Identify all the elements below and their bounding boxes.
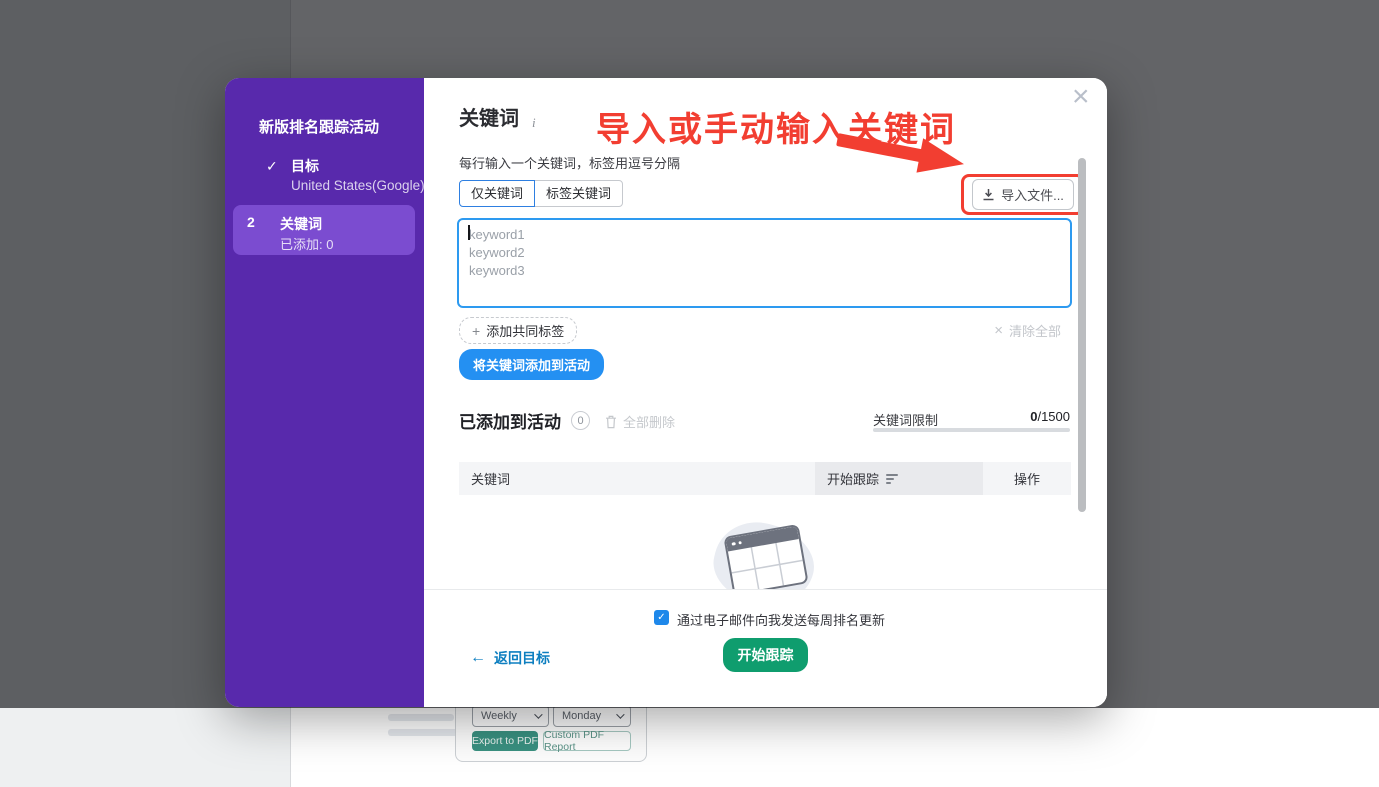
step-number: 2 xyxy=(247,214,255,230)
keyword-limit-total: /1500 xyxy=(1037,409,1070,424)
chevron-down-icon xyxy=(616,710,624,718)
frequency-select-value: Weekly xyxy=(481,710,517,722)
step-goal-label: 目标 xyxy=(291,156,319,176)
frequency-select: Weekly xyxy=(472,705,549,727)
keyword-limit-label: 关键词限制 xyxy=(873,410,938,429)
chevron-down-icon xyxy=(534,710,542,718)
column-actions: 操作 xyxy=(983,462,1071,495)
empty-state-illustration xyxy=(704,516,834,589)
download-icon xyxy=(982,188,995,201)
delete-all-button[interactable]: 全部删除 xyxy=(605,412,675,431)
keywords-textarea[interactable] xyxy=(457,218,1072,308)
tab-tagged-keywords[interactable]: 标签关键词 xyxy=(534,180,623,207)
add-keywords-to-campaign-button[interactable]: 将关键词添加到活动 xyxy=(459,349,604,380)
sort-icon xyxy=(886,474,898,484)
campaign-wizard-modal: 新版排名跟踪活动 ✓ 目标 United States(Google) 2 关键… xyxy=(225,78,1107,707)
clear-all-button[interactable]: × 清除全部 xyxy=(994,321,1061,340)
screen: Weekly Monday Export to PDF Custom PDF R… xyxy=(0,0,1379,787)
wizard-title: 新版排名跟踪活动 xyxy=(259,116,379,137)
placeholder-bar xyxy=(388,714,454,721)
wizard-content: × 关键词 i 导入或手动输入关键词 每行输入一个关键词，标签用逗号分隔 仅关键… xyxy=(424,78,1107,707)
close-button[interactable]: × xyxy=(1072,82,1090,112)
plus-icon: + xyxy=(472,323,480,339)
keyword-limit-value: 0/1500 xyxy=(1030,409,1070,424)
input-hint: 每行输入一个关键词，标签用逗号分隔 xyxy=(459,153,680,172)
back-arrow-icon: ← xyxy=(470,649,486,667)
trash-icon xyxy=(605,415,617,429)
step-keywords-count: 已添加: 0 xyxy=(280,234,333,253)
check-icon: ✓ xyxy=(266,158,278,175)
clear-all-label: 清除全部 xyxy=(1009,321,1061,340)
modal-footer: ✓ 通过电子邮件向我发送每周排名更新 ← 返回目标 开始跟踪 xyxy=(424,589,1107,707)
clear-icon: × xyxy=(994,322,1003,339)
email-updates-checkbox[interactable]: ✓ xyxy=(654,610,669,625)
email-updates-label: 通过电子邮件向我发送每周排名更新 xyxy=(677,610,885,629)
add-common-tag-button[interactable]: + 添加共同标签 xyxy=(459,317,577,344)
back-to-goal-label: 返回目标 xyxy=(494,648,550,668)
import-file-label: 导入文件... xyxy=(1001,185,1064,204)
tab-keywords-only[interactable]: 仅关键词 xyxy=(459,180,535,207)
placeholder-bar xyxy=(388,729,458,736)
column-keyword: 关键词 xyxy=(459,462,815,495)
info-icon[interactable]: i xyxy=(532,115,536,131)
step-goal-value: United States(Google) xyxy=(291,178,425,193)
text-caret xyxy=(468,225,470,240)
page-title: 关键词 xyxy=(459,102,519,131)
added-section-title: 已添加到活动 xyxy=(459,408,561,433)
day-select: Monday xyxy=(553,705,631,727)
day-select-value: Monday xyxy=(562,710,601,722)
wizard-sidebar: 新版排名跟踪活动 ✓ 目标 United States(Google) 2 关键… xyxy=(225,78,424,707)
column-start-tracking[interactable]: 开始跟踪 xyxy=(815,462,983,495)
add-common-tag-label: 添加共同标签 xyxy=(486,321,564,340)
back-to-goal-link[interactable]: ← 返回目标 xyxy=(470,648,550,668)
start-tracking-button[interactable]: 开始跟踪 xyxy=(723,638,808,672)
added-count-badge: 0 xyxy=(571,411,590,430)
step-keywords-label: 关键词 xyxy=(280,214,322,234)
export-to-pdf-button: Export to PDF xyxy=(472,731,538,751)
column-start-tracking-label: 开始跟踪 xyxy=(827,469,879,488)
keyword-mode-tabs: 仅关键词 标签关键词 xyxy=(459,180,623,207)
step-keywords[interactable]: 2 关键词 已添加: 0 xyxy=(233,205,415,255)
keyword-limit-progressbar xyxy=(873,428,1070,432)
scrollbar-thumb[interactable] xyxy=(1078,158,1086,512)
import-file-button[interactable]: 导入文件... xyxy=(972,179,1074,210)
keywords-table-header: 关键词 开始跟踪 操作 xyxy=(459,462,1071,495)
import-highlight: 导入文件... xyxy=(961,174,1085,215)
red-arrow-icon xyxy=(834,130,972,178)
delete-all-label: 全部删除 xyxy=(623,412,675,431)
custom-pdf-report-button: Custom PDF Report xyxy=(543,731,631,751)
